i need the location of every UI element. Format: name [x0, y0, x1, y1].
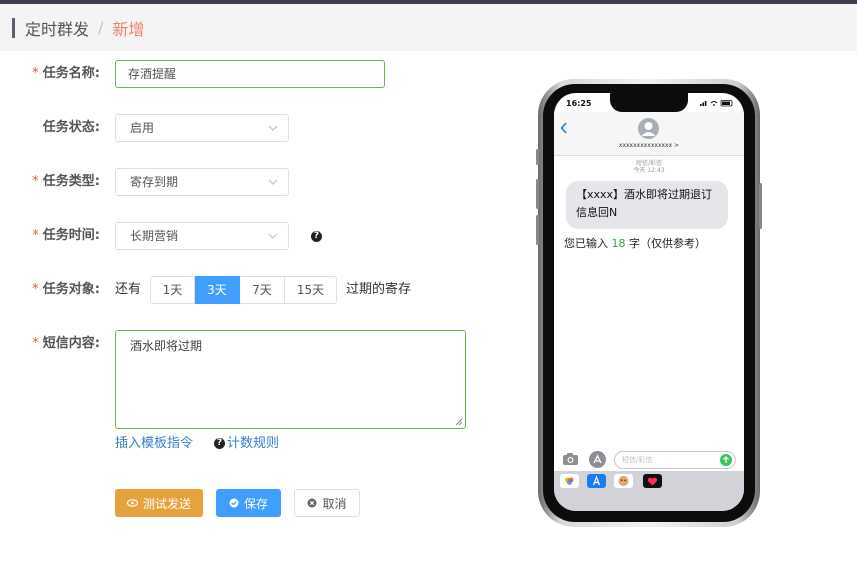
chevron-down-icon [268, 179, 278, 185]
days-option-1[interactable]: 1天 [150, 276, 195, 304]
breadcrumb: 定时群发 / 新增 [0, 4, 857, 51]
check-circle-icon [229, 498, 239, 508]
memoji-app-icon[interactable] [614, 474, 633, 488]
eye-icon [126, 499, 138, 507]
task-type-select[interactable]: 寄存到期 [115, 168, 289, 196]
sms-content-textarea[interactable]: 酒水即将过期 [115, 330, 466, 429]
phone-notch [610, 93, 688, 112]
count-rule-link[interactable]: 计数规则 [227, 435, 279, 453]
task-target-prefix: 还有 [115, 282, 142, 297]
breadcrumb-parent[interactable]: 定时群发 [25, 16, 89, 40]
question-circle-icon: ? [214, 438, 225, 449]
resize-grip-icon[interactable] [455, 418, 463, 426]
status-signal-wifi-battery-icon [700, 100, 733, 107]
expiry-days-segmented: 1天 3天 7天 15天 [150, 276, 337, 304]
phone-mute-switch [536, 149, 539, 165]
person-icon [641, 122, 656, 136]
close-circle-icon [307, 498, 317, 508]
chevron-down-icon [268, 125, 278, 131]
task-time-select[interactable]: 长期营销 [115, 222, 289, 250]
breadcrumb-marker [12, 17, 15, 38]
test-send-button[interactable]: 测试发送 [115, 489, 203, 517]
back-chevron-icon[interactable] [560, 122, 568, 134]
phone-screen: 16:25 xxxxxxxxxxxxxxx > 短信/彩信 今天 12:43 【… [554, 93, 744, 511]
phone-preview: 16:25 xxxxxxxxxxxxxxx > 短信/彩信 今天 12:43 【… [536, 79, 762, 527]
task-status-label: 任务状态: [42, 120, 100, 135]
task-target-label: * 任务对象: [32, 282, 100, 297]
insert-template-link[interactable]: 插入模板指令 [115, 435, 193, 453]
sms-message-input[interactable]: 短信/彩信 [614, 451, 736, 469]
message-meta: 短信/彩信 今天 12:43 [633, 160, 665, 174]
phone-power-button [759, 183, 762, 229]
chevron-down-icon [268, 233, 278, 239]
camera-icon[interactable] [562, 452, 579, 466]
char-count: 您已输入 18 字（仅供参考） [564, 237, 706, 250]
task-time-label: * 任务时间: [32, 228, 100, 243]
task-name-label: * 任务名称: [32, 66, 100, 81]
breadcrumb-current: 新增 [112, 19, 145, 39]
app-store-icon[interactable] [589, 451, 606, 468]
message-bubble: 【xxxx】酒水即将过期退订信息回N [566, 181, 728, 229]
days-option-3[interactable]: 3天 [195, 276, 240, 304]
phone-volume-up [536, 179, 539, 209]
breadcrumb-separator: / [98, 18, 104, 37]
contact-avatar[interactable] [638, 118, 659, 139]
phone-volume-down [536, 215, 539, 245]
task-type-label: * 任务类型: [32, 174, 100, 189]
sms-content-label: * 短信内容: [32, 336, 100, 351]
appstore-app-icon[interactable] [587, 474, 606, 488]
contact-name[interactable]: xxxxxxxxxxxxxxx > [554, 142, 744, 149]
status-time: 16:25 [566, 99, 592, 108]
imessage-app-tray [554, 471, 744, 511]
send-arrow-icon[interactable] [720, 454, 732, 466]
message-header: xxxxxxxxxxxxxxx > [554, 112, 744, 156]
question-circle-icon[interactable]: ? [311, 231, 322, 242]
task-name-input[interactable]: 存酒提醒 [115, 60, 385, 88]
days-option-7[interactable]: 7天 [240, 276, 285, 304]
save-button[interactable]: 保存 [216, 489, 281, 517]
days-option-15[interactable]: 15天 [285, 276, 337, 304]
sms-input-row: 短信/彩信 [554, 449, 744, 471]
heart-app-icon[interactable] [643, 474, 662, 488]
task-target-suffix: 过期的寄存 [346, 282, 412, 297]
task-status-select[interactable]: 启用 [115, 114, 289, 142]
cancel-button[interactable]: 取消 [294, 489, 360, 517]
photos-app-icon[interactable] [560, 474, 579, 488]
